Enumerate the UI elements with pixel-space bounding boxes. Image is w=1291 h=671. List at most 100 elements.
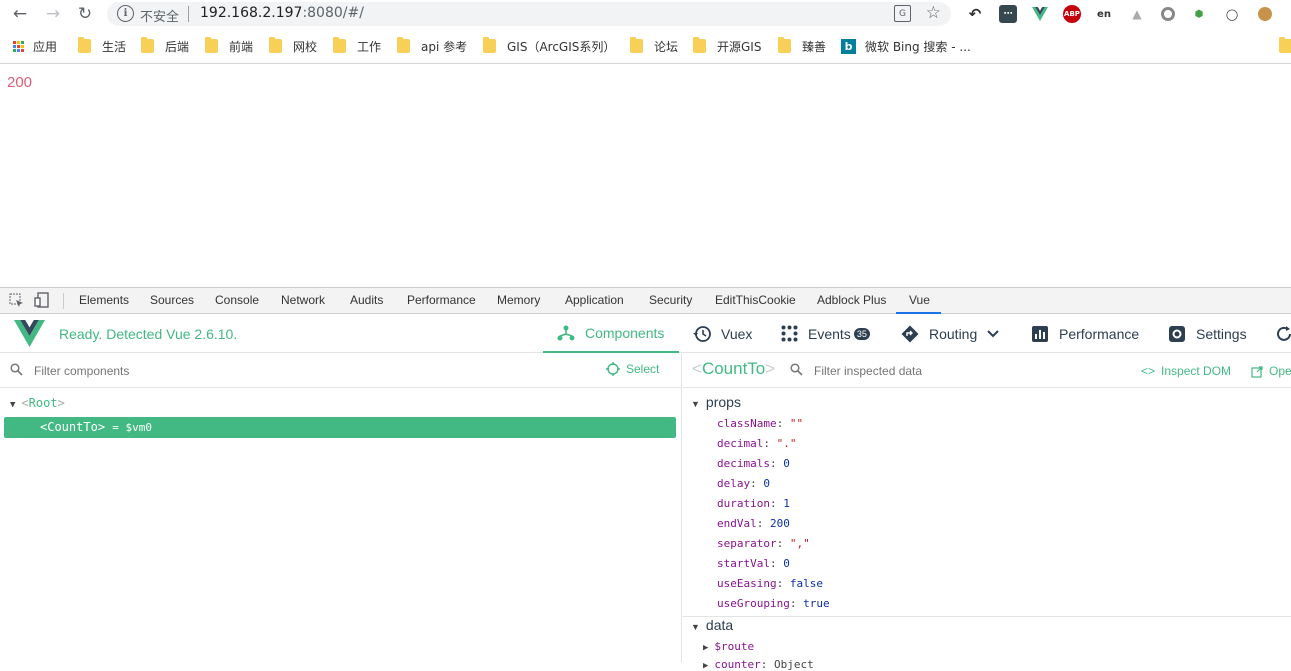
nav-settings[interactable]: Settings	[1168, 314, 1247, 353]
settings-icon	[1168, 325, 1186, 343]
prop-row[interactable]: delay: 0	[717, 477, 770, 490]
inspect-element-icon[interactable]	[9, 293, 24, 311]
abp-icon[interactable]: ABP	[1063, 5, 1081, 23]
prop-value[interactable]: ""	[790, 417, 803, 430]
tab-adblock-plus[interactable]: Adblock Plus	[817, 293, 886, 307]
inspected-component-name: <CountTo>	[692, 359, 776, 378]
folder-icon	[141, 37, 154, 53]
prop-value[interactable]: 1	[783, 497, 790, 510]
open-label: Ope	[1269, 364, 1291, 378]
data-row[interactable]: ▶ counter: Object	[703, 658, 814, 671]
prop-value[interactable]: "."	[777, 437, 797, 450]
url-text[interactable]: 192.168.2.197:8080/#/	[200, 5, 364, 21]
bookmark-folder[interactable]: 臻善	[778, 37, 826, 55]
tab-audits[interactable]: Audits	[350, 293, 383, 307]
prop-row[interactable]: startVal: 0	[717, 557, 790, 570]
expand-arrow-icon[interactable]: ▼	[10, 400, 15, 410]
nav-routing[interactable]: Routing	[901, 314, 999, 353]
prop-value[interactable]: 200	[770, 517, 790, 530]
inspect-dom-button[interactable]: <> Inspect DOM	[1141, 364, 1231, 378]
bookmark-folder[interactable]: GIS（ArcGIS系列）	[483, 37, 615, 55]
bookmark-folder[interactable]: 后端	[141, 37, 189, 55]
prop-value[interactable]: ","	[790, 537, 810, 550]
bookmark-folder[interactable]: api 参考	[397, 37, 467, 55]
filter-components-input[interactable]	[34, 364, 334, 378]
prop-row[interactable]: className: ""	[717, 417, 803, 430]
tab-network[interactable]: Network	[281, 293, 325, 307]
components-icon	[557, 324, 575, 342]
device-toolbar-icon[interactable]	[34, 292, 50, 311]
back-icon[interactable]: ←	[9, 3, 31, 25]
folder-icon	[693, 37, 706, 53]
prop-value[interactable]: true	[803, 597, 830, 610]
grid-icon[interactable]: ⋯	[999, 5, 1017, 23]
search-icon	[10, 363, 23, 379]
translate-icon[interactable]: G	[894, 5, 911, 22]
bookmark-folder[interactable]: 工作	[333, 37, 381, 55]
tree-node-countto[interactable]: <CountTo> = $vm0	[4, 417, 676, 438]
bookmark-folder[interactable]: 前端	[205, 37, 253, 55]
prop-row[interactable]: useEasing: false	[717, 577, 823, 590]
expand-arrow-icon[interactable]: ▶	[703, 661, 708, 671]
en-icon[interactable]: en	[1095, 5, 1113, 23]
tree-icon[interactable]: ▲	[1128, 5, 1146, 23]
expand-arrow-icon[interactable]: ▶	[703, 643, 708, 653]
circle-icon[interactable]	[1159, 5, 1177, 23]
prop-row[interactable]: useGrouping: true	[717, 597, 830, 610]
prop-value[interactable]: 0	[783, 457, 790, 470]
prop-row[interactable]: separator: ","	[717, 537, 810, 550]
folder-icon	[1279, 37, 1291, 53]
undo-icon[interactable]: ↶	[966, 5, 984, 23]
bookmark-bing[interactable]: b 微软 Bing 搜索 - ...	[841, 37, 971, 55]
prop-value[interactable]: 0	[763, 477, 770, 490]
tab-security[interactable]: Security	[649, 293, 692, 307]
nodejs-icon[interactable]: ⬢	[1190, 5, 1208, 23]
nav-components-label: Components	[585, 324, 665, 341]
bookmark-folder-overflow[interactable]	[1279, 37, 1291, 55]
prop-value[interactable]: 0	[783, 557, 790, 570]
cookie-icon[interactable]	[1256, 5, 1274, 23]
bookmark-star-icon[interactable]: ☆	[926, 3, 941, 23]
bookmark-folder[interactable]: 网校	[269, 37, 317, 55]
tab-editthiscookie[interactable]: EditThisCookie	[715, 293, 796, 307]
vue-devtools-header: Ready. Detected Vue 2.6.10. Components V…	[0, 314, 1291, 353]
filter-inspected-data-input[interactable]	[814, 364, 1114, 378]
bookmark-folder[interactable]: 生活	[78, 37, 126, 55]
reload-icon[interactable]: ↻	[74, 3, 96, 25]
tab-sources[interactable]: Sources	[150, 293, 194, 307]
nav-components[interactable]: Components	[543, 314, 679, 353]
select-component-button[interactable]: Select	[606, 362, 659, 376]
nav-events[interactable]: Events 35	[781, 314, 870, 353]
prop-value[interactable]: false	[790, 577, 823, 590]
tab-vue[interactable]: Vue	[909, 293, 930, 307]
forward-icon[interactable]: →	[42, 3, 64, 25]
prop-row[interactable]: duration: 1	[717, 497, 790, 510]
refresh-button[interactable]	[1275, 314, 1291, 353]
tab-application[interactable]: Application	[565, 293, 624, 307]
prop-key: startVal	[717, 557, 770, 570]
sync-icon[interactable]: ◯	[1223, 5, 1241, 23]
data-row[interactable]: ▶ $route	[703, 640, 754, 653]
nav-vuex[interactable]: Vuex	[693, 314, 752, 353]
security-label[interactable]: 不安全	[140, 6, 179, 25]
tree-node-root[interactable]: ▼ <Root>	[10, 396, 65, 410]
bookmark-apps[interactable]: 应用	[13, 37, 57, 55]
prop-row[interactable]: decimal: "."	[717, 437, 796, 450]
tab-console[interactable]: Console	[215, 293, 259, 307]
tab-performance[interactable]: Performance	[407, 293, 476, 307]
browser-toolbar: ← → ↻ i 不安全 192.168.2.197:8080/#/ G ☆ ↶ …	[0, 0, 1291, 28]
tab-memory[interactable]: Memory	[497, 293, 540, 307]
vue-icon[interactable]	[1031, 5, 1049, 23]
data-section-header[interactable]: ▼ data	[691, 617, 733, 633]
nav-performance[interactable]: Performance	[1031, 314, 1139, 353]
prop-row[interactable]: decimals: 0	[717, 457, 790, 470]
bookmark-folder[interactable]: 开源GIS	[693, 37, 761, 55]
events-count-badge: 35	[853, 327, 870, 340]
info-icon[interactable]: i	[117, 5, 134, 22]
props-section-header[interactable]: ▼ props	[691, 394, 741, 410]
open-in-editor-button[interactable]: Ope	[1251, 364, 1291, 378]
bookmark-folder[interactable]: 论坛	[630, 37, 678, 55]
address-bar[interactable]: i 不安全 192.168.2.197:8080/#/ G ☆	[107, 2, 951, 26]
tab-elements[interactable]: Elements	[79, 293, 129, 307]
prop-row[interactable]: endVal: 200	[717, 517, 790, 530]
